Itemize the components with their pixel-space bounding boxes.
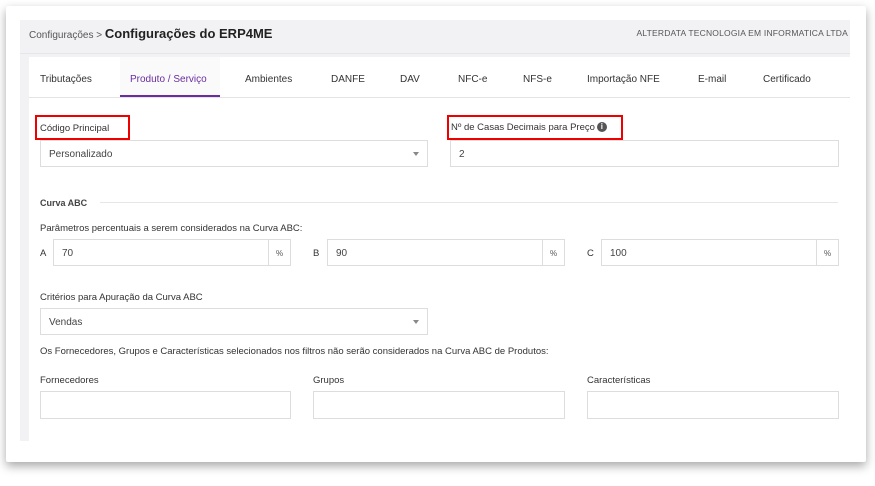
criterios-label: Critérios para Apuração da Curva ABC [40,292,203,303]
info-icon[interactable]: i [596,122,607,133]
active-tab-indicator [120,95,220,97]
tab-nfce[interactable]: NFC-e [458,74,487,85]
b-value: 90 [336,248,348,259]
tab-nfse[interactable]: NFS-e [523,74,552,85]
c-input[interactable]: 100 % [601,239,839,266]
chevron-down-icon [413,320,419,324]
tab-produto-servico[interactable]: Produto / Serviço [130,74,207,85]
c-label: C [587,248,594,259]
breadcrumb-separator: > [96,30,103,41]
casas-decimais-label-text: Nº de Casas Decimais para Preço [451,122,595,133]
tab-tributacoes[interactable]: Tributações [40,74,92,85]
breadcrumb: Configurações > Configurações do ERP4ME [29,26,272,41]
tab-dav[interactable]: DAV [400,74,420,85]
a-input[interactable]: 70 % [53,239,291,266]
tab-importacao-nfe[interactable]: Importação NFE [587,74,660,85]
section-divider [100,202,838,203]
company-name: ALTERDATA TECNOLOGIA EM INFORMATICA LTDA [636,28,848,38]
filtros-note: Os Fornecedores, Grupos e Característica… [40,346,549,357]
a-value: 70 [62,248,74,259]
tab-danfe[interactable]: DANFE [331,74,365,85]
fornecedores-input[interactable] [40,391,291,419]
page: Configurações > Configurações do ERP4ME … [20,20,850,441]
settings-card: Tributações Produto / Serviço Ambientes … [29,57,850,441]
breadcrumb-parent[interactable]: Configurações [29,30,93,41]
page-title: Configurações do ERP4ME [104,26,273,41]
c-percent-suffix: % [816,240,838,265]
tab-certificado[interactable]: Certificado [763,74,811,85]
parametros-label: Parâmetros percentuais a serem considera… [40,223,303,234]
codigo-principal-select[interactable]: Personalizado [40,140,428,167]
a-percent-suffix: % [268,240,290,265]
casas-decimais-input[interactable]: 2 [450,140,839,167]
codigo-principal-label: Código Principal [40,123,110,134]
grupos-label: Grupos [313,375,345,386]
chevron-down-icon [413,152,419,156]
casas-decimais-value: 2 [459,149,465,160]
b-percent-suffix: % [542,240,564,265]
criterios-value: Vendas [49,317,83,328]
a-label: A [40,248,47,259]
codigo-principal-value: Personalizado [49,149,113,160]
b-input[interactable]: 90 % [327,239,565,266]
header: Configurações > Configurações do ERP4ME … [20,20,850,50]
fornecedores-label: Fornecedores [40,375,99,386]
curva-abc-title: Curva ABC [40,198,88,208]
divider [20,53,850,54]
casas-decimais-label: Nº de Casas Decimais para Preço i [451,122,607,133]
grupos-input[interactable] [313,391,565,419]
tab-ambientes[interactable]: Ambientes [245,74,292,85]
b-label: B [313,248,320,259]
c-value: 100 [610,248,627,259]
tab-bar: Tributações Produto / Serviço Ambientes … [29,57,850,98]
tab-email[interactable]: E-mail [698,74,726,85]
caracteristicas-input[interactable] [587,391,839,419]
criterios-select[interactable]: Vendas [40,308,428,335]
caracteristicas-label: Características [587,375,651,386]
